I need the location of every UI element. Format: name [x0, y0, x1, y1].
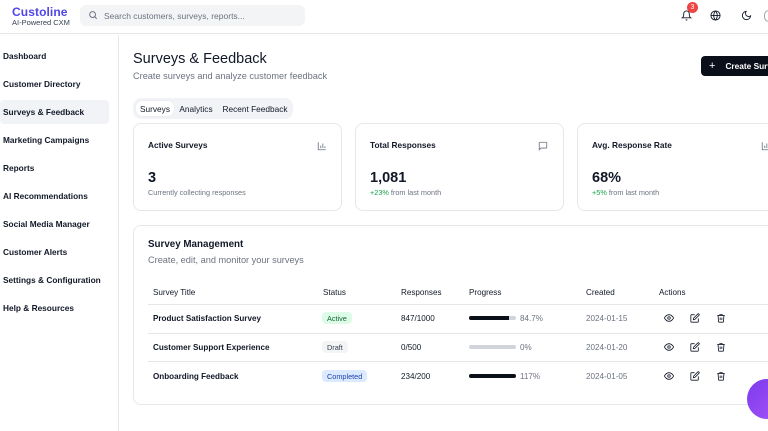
edit-icon[interactable]: [689, 370, 701, 382]
tab-surveys[interactable]: Surveys: [136, 101, 174, 116]
divider: [148, 361, 768, 362]
sidebar: Dashboard Customer Directory Surveys & F…: [0, 35, 119, 431]
search-icon: [88, 7, 98, 25]
stat-card-active-surveys: Active Surveys 3 Currently collecting re…: [133, 123, 342, 211]
column-header-title: Survey Title: [153, 288, 196, 297]
tab-analytics[interactable]: Analytics: [176, 101, 216, 116]
search-input[interactable]: [104, 10, 294, 21]
sidebar-item-settings[interactable]: Settings & Configuration: [0, 268, 109, 292]
notification-badge: 3: [687, 2, 698, 13]
progress-label: 84.7%: [520, 314, 543, 323]
column-header-created: Created: [586, 288, 615, 297]
progress-fill: [469, 316, 509, 320]
column-header-responses: Responses: [401, 288, 442, 297]
brand-logo[interactable]: Custoline AI-Powered CXM: [12, 6, 70, 27]
trash-icon[interactable]: [715, 370, 727, 382]
card-title: Total Responses: [370, 140, 436, 150]
column-header-progress: Progress: [469, 288, 502, 297]
card-title: Avg. Response Rate: [592, 140, 672, 150]
sidebar-item-help[interactable]: Help & Resources: [0, 296, 109, 320]
sidebar-item-customer-directory[interactable]: Customer Directory: [0, 72, 109, 96]
sidebar-item-social-media-manager[interactable]: Social Media Manager: [0, 212, 109, 236]
progress-fill: [469, 374, 516, 378]
search-bar[interactable]: [80, 5, 305, 26]
responses-count: 847/1000: [401, 314, 435, 323]
brand-tagline: AI-Powered CXM: [12, 18, 70, 27]
bar-chart-icon: [761, 138, 768, 151]
progress-bar: [469, 316, 516, 320]
card-value: 3: [148, 170, 157, 186]
progress-label: 0%: [520, 343, 532, 352]
edit-icon[interactable]: [689, 341, 701, 353]
eye-icon[interactable]: [663, 341, 675, 353]
create-survey-button[interactable]: + Create Surv: [701, 56, 768, 76]
status-badge: Completed: [322, 370, 368, 382]
edit-icon[interactable]: [689, 312, 701, 324]
card-value: 68%: [592, 170, 622, 186]
divider: [148, 333, 768, 334]
message-square-icon: [538, 138, 550, 151]
eye-icon[interactable]: [663, 312, 675, 324]
card-note: +23% from last month: [370, 188, 441, 197]
sidebar-item-marketing-campaigns[interactable]: Marketing Campaigns: [0, 128, 109, 152]
eye-icon[interactable]: [663, 370, 675, 382]
card-value: 1,081: [370, 170, 407, 186]
trash-icon[interactable]: [715, 341, 727, 353]
bar-chart-icon: [317, 138, 329, 151]
status-badge: Active: [322, 312, 352, 324]
section-subtitle: Create, edit, and monitor your surveys: [148, 255, 304, 265]
moon-icon[interactable]: [740, 9, 753, 22]
card-note-text: from last month: [606, 188, 660, 197]
card-title: Active Surveys: [148, 140, 208, 150]
created-date: 2024-01-20: [586, 343, 628, 352]
page-title: Surveys & Feedback: [133, 51, 267, 67]
progress-bar: [469, 374, 516, 378]
page-subtitle: Create surveys and analyze customer feed…: [133, 71, 328, 81]
card-note: +5% from last month: [592, 188, 659, 197]
sidebar-item-customer-alerts[interactable]: Customer Alerts: [0, 240, 109, 264]
column-header-status: Status: [323, 288, 346, 297]
stat-card-total-responses: Total Responses 1,081 +23% from last mon…: [355, 123, 564, 211]
globe-icon[interactable]: [709, 9, 722, 22]
avatar[interactable]: [764, 10, 768, 22]
top-bar: Custoline AI-Powered CXM 3: [0, 0, 768, 34]
sidebar-item-reports[interactable]: Reports: [0, 156, 109, 180]
column-header-actions: Actions: [659, 288, 686, 297]
plus-icon: +: [709, 60, 716, 72]
card-note-text: Currently collecting responses: [148, 188, 246, 197]
create-survey-label: Create Surv: [725, 61, 768, 71]
trash-icon[interactable]: [715, 312, 727, 324]
created-date: 2024-01-05: [586, 372, 628, 381]
progress-label: 117%: [520, 372, 541, 381]
progress-bar: [469, 345, 516, 349]
card-delta: +5%: [592, 188, 607, 197]
card-delta: +23%: [370, 188, 389, 197]
responses-count: 0/500: [401, 343, 422, 352]
divider: [148, 304, 768, 305]
sidebar-item-ai-recommendations[interactable]: AI Recommendations: [0, 184, 109, 208]
survey-title[interactable]: Onboarding Feedback: [153, 372, 238, 381]
responses-count: 234/200: [401, 372, 431, 381]
sidebar-item-dashboard[interactable]: Dashboard: [0, 44, 109, 68]
card-note: Currently collecting responses: [148, 188, 246, 197]
survey-title[interactable]: Customer Support Experience: [153, 343, 270, 352]
sidebar-item-surveys-feedback[interactable]: Surveys & Feedback: [0, 100, 109, 124]
stat-card-response-rate: Avg. Response Rate 68% +5% from last mon…: [577, 123, 768, 211]
survey-title[interactable]: Product Satisfaction Survey: [153, 314, 261, 323]
section-title: Survey Management: [148, 239, 244, 250]
tab-list: Surveys Analytics Recent Feedback: [133, 98, 293, 119]
status-badge: Draft: [322, 341, 348, 353]
created-date: 2024-01-15: [586, 314, 628, 323]
card-note-text: from last month: [388, 188, 442, 197]
brand-name: Custoline: [12, 5, 68, 19]
tab-recent-feedback[interactable]: Recent Feedback: [219, 101, 291, 116]
